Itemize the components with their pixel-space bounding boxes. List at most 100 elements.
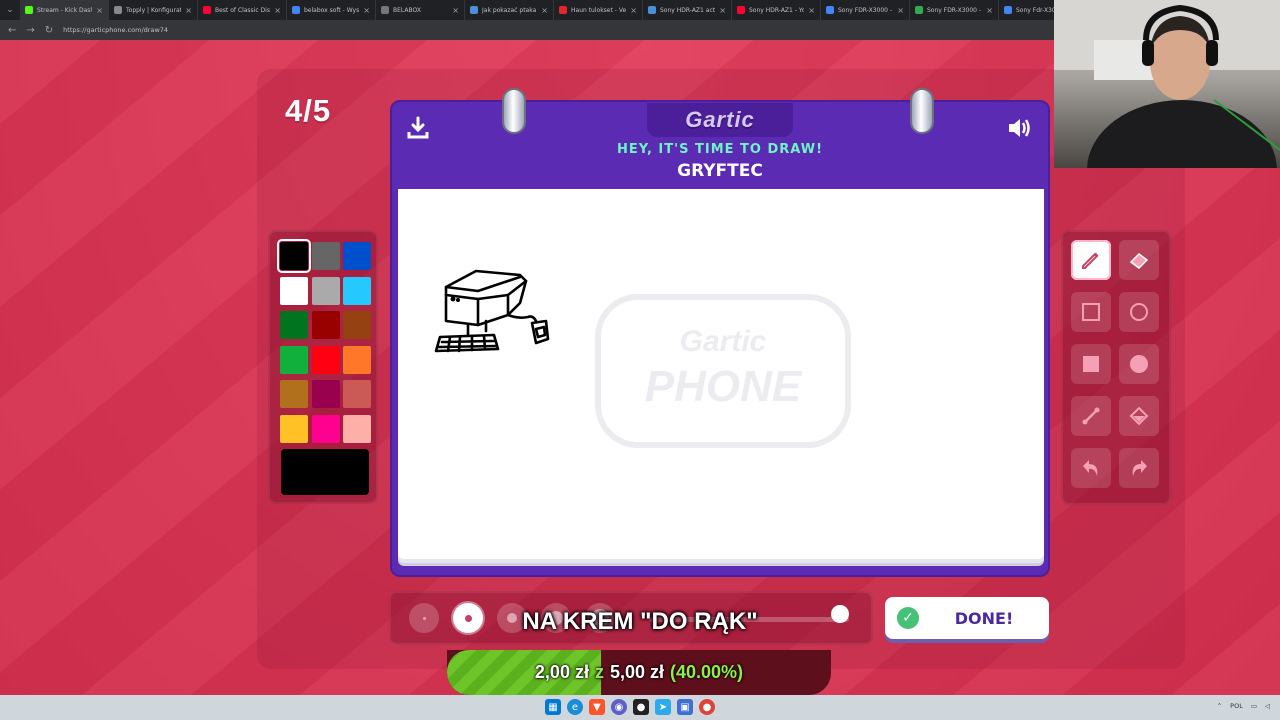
- tab-close-icon[interactable]: ×: [452, 6, 459, 15]
- tab-close-icon[interactable]: ×: [185, 6, 192, 15]
- tray-lang[interactable]: POL: [1230, 702, 1243, 710]
- browser-tab[interactable]: Sony FDR-X3000 - Wyszukaj ×: [821, 0, 910, 20]
- svg-text:PHONE: PHONE: [645, 362, 803, 411]
- tab-search-icon[interactable]: ⌄: [0, 0, 20, 20]
- tab-favicon-icon: [1004, 6, 1012, 14]
- browser-tab[interactable]: Sony HDR-AZ1 action×: [643, 0, 732, 20]
- filled-ellipse-icon: [1128, 353, 1150, 375]
- color-swatch[interactable]: [343, 345, 371, 374]
- color-swatch[interactable]: [311, 380, 340, 408]
- current-color-preview: [281, 449, 369, 495]
- obs-icon[interactable]: ●: [633, 699, 649, 715]
- tab-title: BELABOX: [393, 6, 421, 14]
- tab-list: Stream - Kick Dashboard×Topply | Konfigu…: [20, 0, 1088, 20]
- done-button[interactable]: ✓ DONE!: [885, 597, 1049, 639]
- rectangle-icon: [1080, 301, 1102, 323]
- card-body: Gartic PHONE: [390, 189, 1050, 577]
- undo-tool[interactable]: [1071, 448, 1111, 488]
- system-tray: ⌃ POL ▭ ◁: [1217, 702, 1270, 710]
- color-swatch[interactable]: [277, 239, 311, 273]
- binder-ring-right: [910, 88, 934, 134]
- tool-panel: [1061, 230, 1171, 505]
- line-tool[interactable]: [1071, 396, 1111, 436]
- app-icon[interactable]: ◉: [611, 699, 627, 715]
- tab-close-icon[interactable]: ×: [719, 6, 726, 15]
- drawing-canvas[interactable]: Gartic PHONE: [398, 189, 1044, 559]
- windows-start-icon[interactable]: ▦: [545, 699, 561, 715]
- undo-icon: [1079, 456, 1103, 480]
- color-palette: [268, 230, 378, 504]
- browser-tab[interactable]: Haun tulokset - Verkkok×: [554, 0, 643, 20]
- tab-title: Sony FDR-X3000 - Wyszukaj: [838, 6, 893, 14]
- gartic-phone-watermark: Gartic PHONE: [595, 294, 851, 448]
- brave-icon[interactable]: ▼: [589, 699, 605, 715]
- tab-close-icon[interactable]: ×: [274, 6, 281, 15]
- url-field[interactable]: https://garticphone.com/draw74: [63, 26, 168, 34]
- tab-favicon-icon: [292, 6, 300, 14]
- browser-tab[interactable]: Sony HDR-AZ1 - YouTube×: [732, 0, 821, 20]
- ellipse-tool[interactable]: [1119, 292, 1159, 332]
- eraser-icon: [1127, 248, 1151, 272]
- reload-icon[interactable]: ↻: [45, 25, 53, 36]
- webcam-overlay: [1054, 0, 1280, 168]
- gartic-logo: Gartic: [647, 103, 793, 137]
- color-swatch[interactable]: [343, 311, 371, 339]
- tab-close-icon[interactable]: ×: [986, 6, 993, 15]
- prompt-heading: HEY, IT'S TIME TO DRAW!: [616, 142, 824, 157]
- chrome-icon[interactable]: ●: [699, 699, 715, 715]
- color-swatch[interactable]: [311, 311, 340, 339]
- color-swatch[interactable]: [311, 242, 340, 270]
- sound-icon[interactable]: [1004, 112, 1036, 144]
- browser-tab[interactable]: Best of Classic Disco ×: [198, 0, 287, 20]
- filled-rectangle-icon: [1080, 353, 1102, 375]
- tab-close-icon[interactable]: ×: [808, 6, 815, 15]
- browser-tab[interactable]: Sony FDR-X3000 - Wyszukaj ×: [910, 0, 999, 20]
- forward-icon[interactable]: →: [26, 25, 34, 36]
- player-name: GRYFTEC: [677, 161, 763, 181]
- filled-ellipse-tool[interactable]: [1119, 344, 1159, 384]
- tab-close-icon[interactable]: ×: [630, 6, 637, 15]
- brush-size-option[interactable]: [409, 603, 439, 633]
- tab-title: Best of Classic Disco: [215, 6, 270, 14]
- color-swatch[interactable]: [343, 414, 371, 443]
- browser-tab[interactable]: BELABOX ×: [376, 0, 465, 20]
- filled-rectangle-tool[interactable]: [1071, 344, 1111, 384]
- color-swatch[interactable]: [280, 345, 308, 374]
- goal-current: 2,00 zł: [534, 662, 589, 682]
- color-swatch[interactable]: [343, 276, 371, 305]
- back-icon[interactable]: ←: [8, 25, 16, 36]
- telegram-icon[interactable]: ➤: [655, 699, 671, 715]
- tab-title: Sony HDR-AZ1 - YouTube: [749, 6, 805, 14]
- fill-bucket-tool[interactable]: [1119, 396, 1159, 436]
- redo-tool[interactable]: [1119, 448, 1159, 488]
- edge-icon[interactable]: e: [567, 699, 583, 715]
- browser-tab[interactable]: Jak pokazać ptaka na ×: [465, 0, 554, 20]
- tab-close-icon[interactable]: ×: [363, 6, 370, 15]
- tab-close-icon[interactable]: ×: [897, 6, 904, 15]
- donation-goal-bar: 2,00 zł z 5,00 zł (40.00%): [447, 650, 831, 695]
- color-swatch[interactable]: [311, 414, 340, 443]
- tray-chevron-icon[interactable]: ⌃: [1217, 702, 1222, 710]
- app2-icon[interactable]: ▣: [677, 699, 693, 715]
- color-swatch[interactable]: [311, 276, 340, 305]
- pencil-tool[interactable]: [1071, 240, 1111, 280]
- tab-favicon-icon: [826, 6, 834, 14]
- network-icon[interactable]: ▭: [1251, 702, 1257, 710]
- browser-tab[interactable]: Topply | Konfigurator ×: [109, 0, 198, 20]
- tab-title: Sony FDR-X3000 - Wyszukaj: [927, 6, 982, 14]
- color-swatch[interactable]: [343, 380, 371, 408]
- tab-close-icon[interactable]: ×: [541, 6, 548, 15]
- browser-tab[interactable]: Stream - Kick Dashboard ×: [20, 0, 109, 20]
- color-swatch[interactable]: [311, 345, 340, 374]
- color-swatch[interactable]: [343, 242, 371, 270]
- download-icon[interactable]: [402, 112, 434, 144]
- browser-tab[interactable]: belabox soft - Wyszukaj×: [287, 0, 376, 20]
- color-swatch[interactable]: [280, 311, 308, 339]
- rectangle-tool[interactable]: [1071, 292, 1111, 332]
- color-swatch[interactable]: [280, 380, 308, 408]
- color-swatch[interactable]: [280, 414, 308, 443]
- tab-close-icon[interactable]: ×: [96, 6, 103, 15]
- color-swatch[interactable]: [280, 276, 308, 305]
- volume-icon[interactable]: ◁: [1265, 702, 1270, 710]
- eraser-tool[interactable]: [1119, 240, 1159, 280]
